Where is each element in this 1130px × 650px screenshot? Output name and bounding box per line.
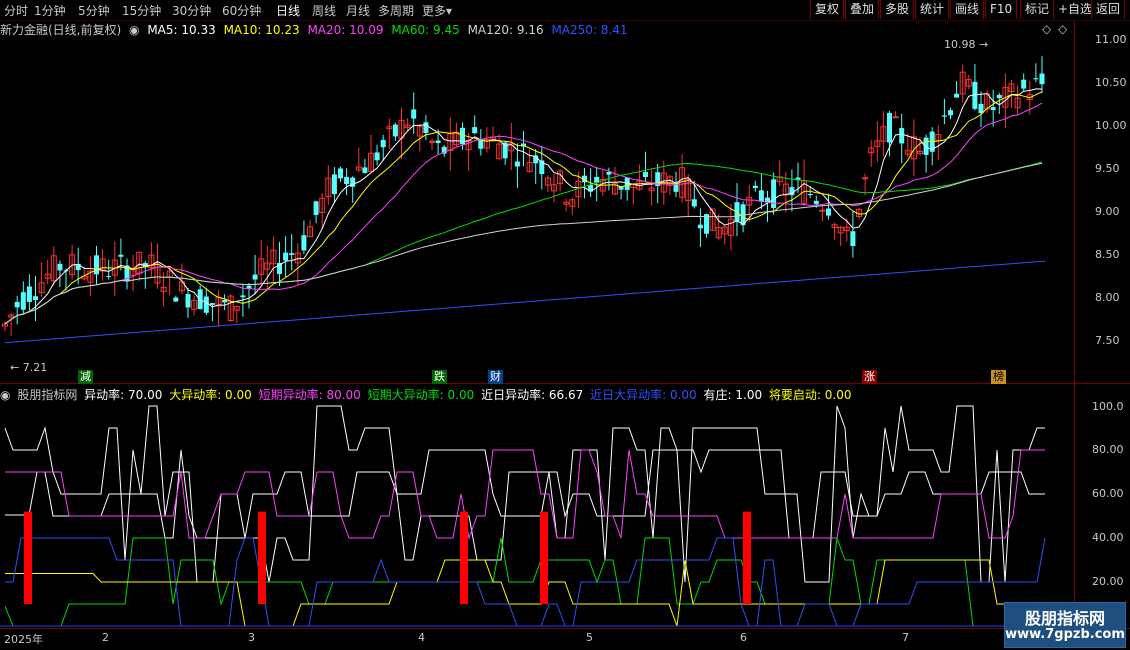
indicator-tick: 100.0 (1092, 400, 1124, 413)
watermark-title: 股朋指标网 (1024, 609, 1105, 628)
indicator-tick: 60.00 (1092, 487, 1124, 500)
indicator-tick: 20.00 (1092, 575, 1124, 588)
price-tick: 8.50 (1095, 248, 1120, 261)
ind-abnormal-rate: 异动率: 70.00 (84, 388, 163, 402)
date-tick: 4 (418, 631, 425, 644)
stock-chart[interactable] (0, 0, 1130, 650)
ind-about-to-start: 将要启动: 0.00 (768, 388, 852, 402)
ind-short-big-rate: 短期大异动率: 0.00 (367, 388, 475, 402)
indicator-legend: ◉ 股朋指标网 异动率: 70.00 大异动率: 0.00 短期异动率: 80.… (0, 386, 1075, 402)
date-tick: 5 (586, 631, 593, 644)
watermark-url: www.7gpzb.com (1005, 627, 1125, 642)
ind-recent-rate: 近日异动率: 66.67 (481, 388, 584, 402)
price-tick: 11.00 (1095, 33, 1127, 46)
date-tick: 2 (102, 631, 109, 644)
settings-circle-icon[interactable]: ◉ (0, 388, 10, 402)
low-price-label: ← 7.21 (10, 361, 48, 374)
ind-short-abnormal-rate: 短期异动率: 80.00 (258, 388, 361, 402)
price-tick: 9.00 (1095, 205, 1120, 218)
ind-big-abnormal-rate: 大异动率: 0.00 (169, 388, 252, 402)
price-tick: 10.00 (1095, 119, 1127, 132)
date-tick: 7 (902, 631, 909, 644)
ind-recent-big-rate: 近日大异动率: 0.00 (590, 388, 697, 402)
event-tag-reduce[interactable]: 减 (78, 370, 93, 384)
event-tag-fall[interactable]: 跌 (432, 370, 447, 384)
price-tick: 10.50 (1095, 76, 1127, 89)
indicator-tick: 80.00 (1092, 443, 1124, 456)
high-price-label: 10.98 → (944, 38, 989, 51)
indicator-name[interactable]: 股朋指标网 (17, 388, 77, 402)
arrow-left-icon: ← (10, 361, 23, 374)
indicator-tick: 40.00 (1092, 531, 1124, 544)
date-tick: 3 (248, 631, 255, 644)
date-tick: 6 (740, 631, 747, 644)
event-tag-rise[interactable]: 涨 (862, 370, 877, 384)
arrow-right-icon: → (975, 38, 989, 51)
ind-dealer: 有庄: 1.00 (703, 388, 763, 402)
watermark-logo: 股朋指标网 www.7gpzb.com (1004, 602, 1126, 648)
price-tick: 8.00 (1095, 291, 1120, 304)
price-tick: 9.50 (1095, 162, 1120, 175)
event-tag-list[interactable]: 榜 (991, 370, 1006, 384)
event-tag-finance[interactable]: 财 (488, 370, 503, 384)
date-tick: 2025年 (4, 633, 43, 646)
price-tick: 7.50 (1095, 334, 1120, 347)
